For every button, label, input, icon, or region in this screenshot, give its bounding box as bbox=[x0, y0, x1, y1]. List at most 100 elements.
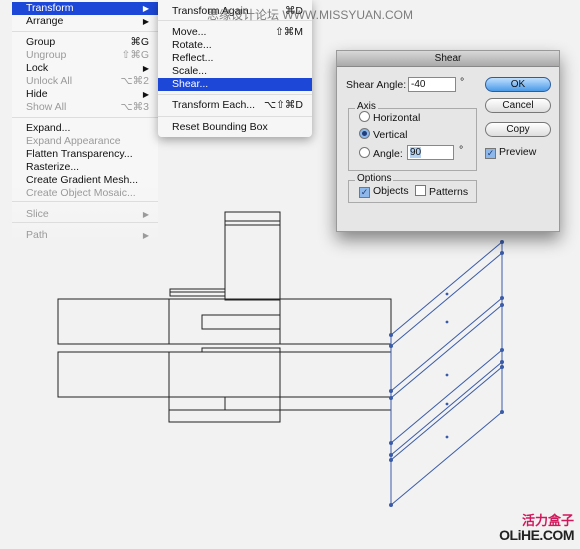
menu-item-rasterize[interactable]: Rasterize... bbox=[12, 161, 158, 174]
row-lower bbox=[57, 351, 392, 398]
objects-checkbox[interactable]: ✓ Objects bbox=[359, 185, 409, 198]
menu-item-label: Show All bbox=[26, 101, 67, 113]
menu-item-create-object-mosaic[interactable]: Create Object Mosaic... bbox=[12, 187, 158, 200]
menu-item-label: Arrange bbox=[26, 15, 64, 27]
horizontal-label: Horizontal bbox=[373, 112, 421, 124]
axis-angle-value: 90 bbox=[410, 147, 422, 158]
menu-item-label: Transform Each... bbox=[172, 99, 256, 111]
submenu-arrow-icon: ▶ bbox=[142, 90, 149, 99]
menu-item-label: Move... bbox=[172, 26, 207, 38]
horizontal-radio[interactable]: Horizontal bbox=[359, 111, 420, 124]
vertical-label: Vertical bbox=[373, 129, 408, 141]
menu-item-label: Hide bbox=[26, 88, 48, 100]
menu-item-label: Group bbox=[26, 36, 56, 48]
menu-item-label: Ungroup bbox=[26, 49, 67, 61]
menu-item-rotate[interactable]: Rotate... bbox=[158, 39, 312, 52]
patterns-label: Patterns bbox=[429, 186, 469, 198]
watermark-en: OLiHE.COM bbox=[499, 527, 574, 543]
degree-symbol: ° bbox=[460, 76, 465, 88]
cancel-button[interactable]: Cancel bbox=[485, 98, 551, 113]
menu-item-label: Create Object Mosaic... bbox=[26, 187, 136, 199]
center-point bbox=[445, 435, 449, 439]
shortcut-label: ⌥⇧⌘D bbox=[264, 99, 303, 111]
menu-item-hide[interactable]: Hide ▶ bbox=[12, 88, 158, 101]
bottom-rect bbox=[168, 409, 281, 423]
strip bbox=[201, 347, 281, 353]
shear-angle-label: Shear Angle: bbox=[346, 79, 407, 91]
submenu-arrow-icon: ▶ bbox=[142, 231, 149, 240]
menu-item-show-all[interactable]: Show All ⌥⌘3 bbox=[12, 101, 158, 114]
center-point bbox=[445, 402, 449, 406]
shortcut-label: ⇧⌘M bbox=[274, 26, 303, 38]
menu-item-path[interactable]: Path ▶ bbox=[12, 229, 158, 242]
shear-dialog: Shear Shear Angle: -40 ° Axis Horizontal… bbox=[336, 50, 560, 232]
vertical-radio[interactable]: Vertical bbox=[359, 128, 407, 141]
menu-item-transform[interactable]: Transform ▶ bbox=[12, 2, 158, 15]
menu-item-label: Expand... bbox=[26, 122, 71, 134]
menu-item-label: Create Gradient Mesh... bbox=[26, 174, 139, 186]
sheared-edge bbox=[390, 304, 503, 399]
menu-separator bbox=[12, 117, 158, 118]
watermark-top: 思缘设计论坛 WWW.MISSYUAN.COM bbox=[207, 8, 413, 22]
submenu-arrow-icon: ▶ bbox=[142, 210, 149, 219]
menu-item-label: Expand Appearance bbox=[26, 135, 121, 147]
menu-item-label: Path bbox=[26, 229, 48, 241]
sheared-edge bbox=[390, 411, 503, 506]
options-label: Options bbox=[355, 173, 394, 184]
menu-separator bbox=[12, 201, 158, 202]
menu-item-label: Transform bbox=[26, 2, 74, 14]
object-menu: Transform ▶ Arrange ▶ Group ⌘G Ungroup ⇧⌘G Lock ▶… bbox=[12, 0, 158, 245]
center-point bbox=[445, 320, 449, 324]
shortcut-label: ⌥⌘3 bbox=[120, 101, 149, 113]
sheared-artwork bbox=[389, 240, 504, 507]
menu-item-flatten-transparency[interactable]: Flatten Transparency... bbox=[12, 148, 158, 161]
menu-item-label: Reflect... bbox=[172, 52, 214, 64]
menu-item-shear[interactable]: Shear... bbox=[158, 78, 312, 91]
angle-radio[interactable]: Angle: bbox=[359, 147, 403, 160]
menu-item-label: Reset Bounding Box bbox=[172, 121, 268, 133]
menu-item-label: Unlock All bbox=[26, 75, 73, 87]
patterns-checkbox[interactable]: Patterns bbox=[415, 185, 468, 198]
menu-item-move[interactable]: Move... ⇧⌘M bbox=[158, 26, 312, 39]
center-point bbox=[445, 373, 449, 377]
menu-item-slice[interactable]: Slice ▶ bbox=[12, 208, 158, 221]
menu-item-arrange[interactable]: Arrange ▶ bbox=[12, 15, 158, 28]
objects-label: Objects bbox=[373, 185, 409, 197]
shear-angle-input[interactable]: -40 bbox=[408, 77, 456, 92]
watermark-bottom: 活力盒子 OLiHE.COM bbox=[499, 513, 574, 543]
menu-item-unlock-all[interactable]: Unlock All ⌥⌘2 bbox=[12, 75, 158, 88]
shortcut-label: ⇧⌘G bbox=[121, 49, 149, 61]
menu-item-lock[interactable]: Lock ▶ bbox=[12, 62, 158, 75]
menu-item-reflect[interactable]: Reflect... bbox=[158, 52, 312, 65]
center-point bbox=[445, 292, 449, 296]
menu-item-group[interactable]: Group ⌘G bbox=[12, 36, 158, 49]
degree-symbol: ° bbox=[459, 144, 464, 156]
inner-rect bbox=[201, 314, 281, 330]
sheared-edge bbox=[390, 297, 503, 392]
copy-button[interactable]: Copy bbox=[485, 122, 551, 137]
menu-item-create-gradient-mesh[interactable]: Create Gradient Mesh... bbox=[12, 174, 158, 187]
menu-separator bbox=[12, 31, 158, 32]
menu-item-scale[interactable]: Scale... bbox=[158, 65, 312, 78]
menu-item-ungroup[interactable]: Ungroup ⇧⌘G bbox=[12, 49, 158, 62]
menu-item-reset-bounding-box[interactable]: Reset Bounding Box bbox=[158, 121, 312, 134]
menu-item-label: Flatten Transparency... bbox=[26, 148, 133, 160]
submenu-arrow-icon: ▶ bbox=[142, 4, 149, 13]
menu-item-expand-appearance[interactable]: Expand Appearance bbox=[12, 135, 158, 148]
submenu-arrow-icon: ▶ bbox=[142, 17, 149, 26]
ok-button[interactable]: OK bbox=[485, 77, 551, 92]
menu-item-transform-each[interactable]: Transform Each... ⌥⇧⌘D bbox=[158, 99, 312, 112]
menu-item-label: Slice bbox=[26, 208, 49, 220]
preview-checkbox[interactable]: ✓ Preview bbox=[485, 146, 536, 159]
dialog-title: Shear bbox=[337, 51, 559, 67]
axis-angle-input[interactable]: 90 bbox=[407, 145, 454, 160]
menu-separator bbox=[158, 116, 312, 117]
shortcut-label: ⌘G bbox=[130, 36, 149, 48]
menu-item-expand[interactable]: Expand... bbox=[12, 122, 158, 135]
menu-item-label: Lock bbox=[26, 62, 49, 74]
angle-label: Angle: bbox=[373, 148, 403, 160]
preview-label: Preview bbox=[499, 146, 537, 158]
menu-item-label: Shear... bbox=[172, 78, 209, 90]
row-upper bbox=[57, 298, 392, 345]
sheared-edge bbox=[390, 252, 503, 347]
